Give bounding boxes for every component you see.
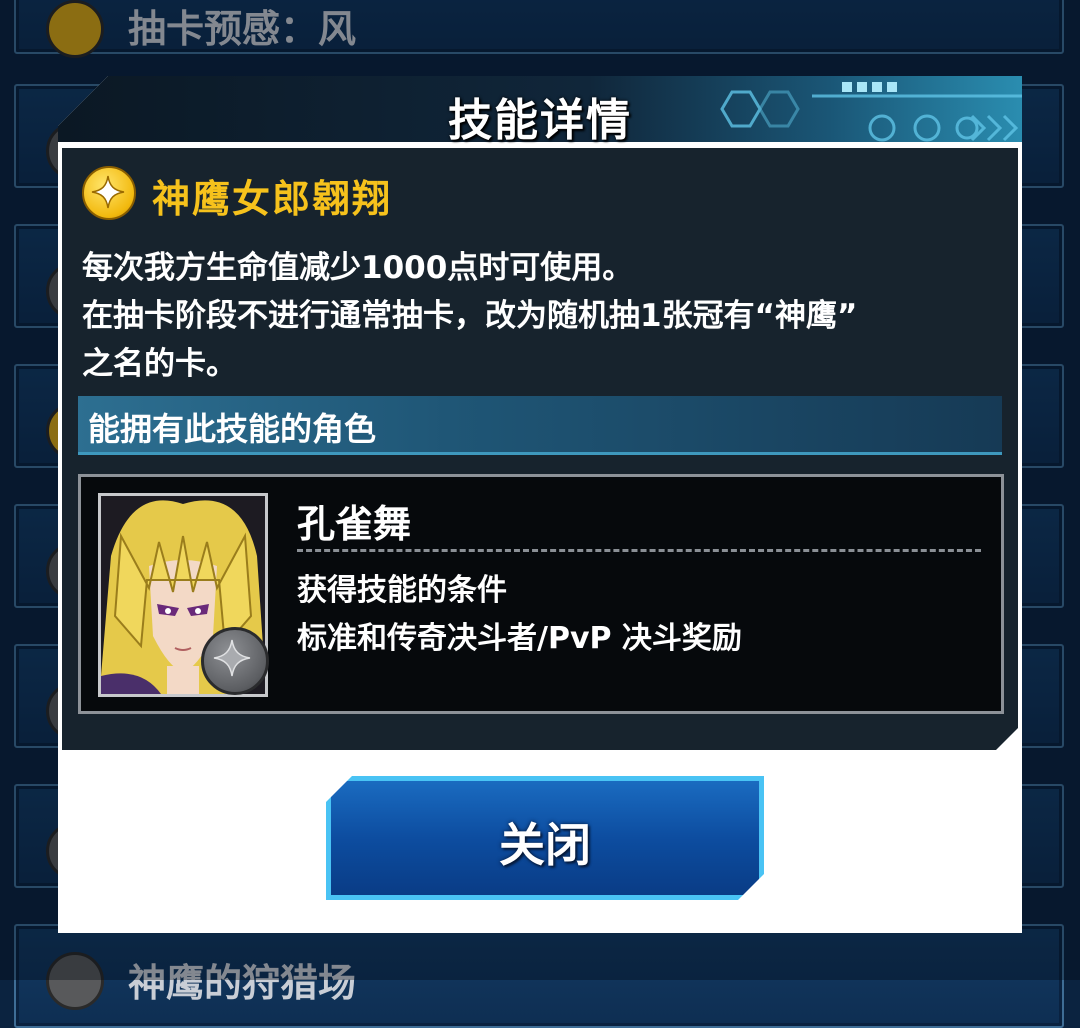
dialog-header: 技能详情 — [58, 76, 1022, 146]
character-card[interactable]: 孔雀舞 获得技能的条件 标准和传奇决斗者/PvP 决斗奖励 — [78, 474, 1004, 714]
condition-value: 标准和传奇决斗者/PvP 决斗奖励 — [297, 621, 742, 656]
skill-description-line: 每次我方生命值减少1000点时可使用。 — [82, 250, 634, 286]
divider — [297, 549, 981, 552]
skill-description-line: 在抽卡阶段不进行通常抽卡，改为随机抽1张冠有“神鹰” — [82, 298, 858, 334]
dialog-title: 技能详情 — [448, 95, 632, 146]
section-title: 能拥有此技能的角色 — [88, 410, 377, 448]
section-header: 能拥有此技能的角色 — [78, 396, 1002, 455]
character-name: 孔雀舞 — [297, 502, 412, 546]
close-button[interactable]: 关闭 — [326, 776, 764, 900]
star-icon — [201, 627, 269, 695]
skill-name: 神鹰女郎翱翔 — [152, 177, 393, 221]
close-button-label: 关闭 — [499, 818, 591, 872]
condition-label: 获得技能的条件 — [297, 573, 507, 608]
dialog-content: 神鹰女郎翱翔 每次我方生命值减少1000点时可使用。 在抽卡阶段不进行通常抽卡，… — [62, 148, 1018, 750]
skill-description: 每次我方生命值减少1000点时可使用。 在抽卡阶段不进行通常抽卡，改为随机抽1张… — [82, 244, 1007, 388]
skill-description-line: 之名的卡。 — [82, 346, 237, 382]
star-icon — [82, 166, 136, 220]
skill-detail-dialog: 技能详情 神鹰女郎翱翔 每次我方生命值减少1000点时可使用。 在抽卡阶段不进行… — [58, 76, 1022, 933]
